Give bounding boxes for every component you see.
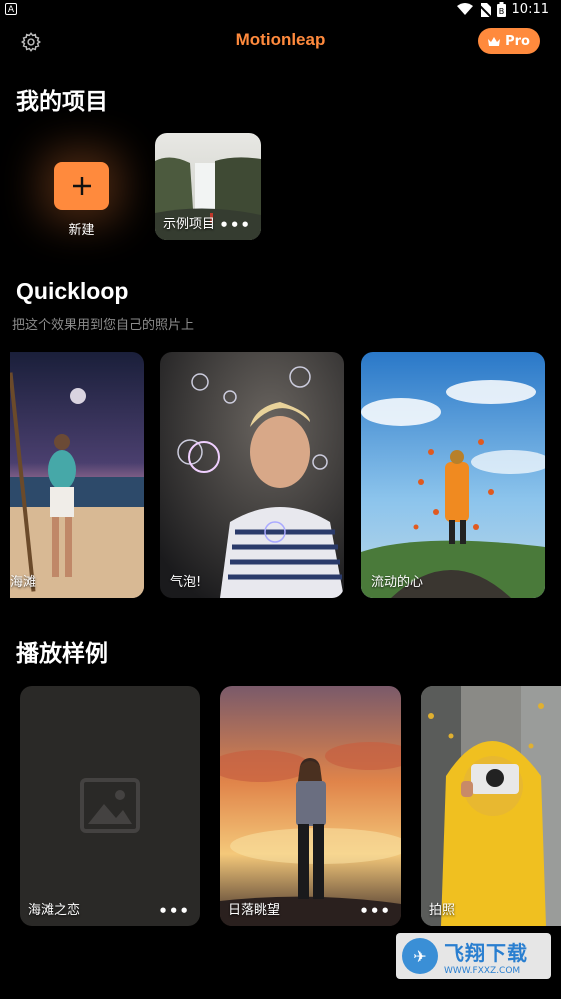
sunset-thumbnail: [220, 686, 401, 926]
more-icon[interactable]: •••: [359, 904, 391, 919]
quickloop-title: Quickloop: [16, 278, 129, 304]
sample-project-label: 示例项目: [163, 217, 216, 232]
quickloop-card-beach[interactable]: 海滩: [10, 352, 144, 598]
quickloop-card-bubbles[interactable]: 气泡!: [160, 352, 344, 598]
notification-icon: A: [5, 3, 17, 15]
app-title: Motionleap: [235, 30, 326, 49]
status-icons: B 10:11: [456, 2, 549, 17]
pro-label: Pro: [505, 33, 530, 49]
quickloop-label-bubbles: 气泡!: [170, 575, 202, 590]
svg-text:B: B: [498, 7, 504, 16]
new-project-label: 新建: [68, 223, 95, 238]
showcase-label-photo: 拍照: [429, 903, 456, 918]
more-icon[interactable]: •••: [219, 218, 251, 233]
showcase-card-beach-love[interactable]: 海滩之恋 •••: [20, 686, 200, 926]
quickloop-subtitle: 把这个效果用到您自己的照片上: [12, 318, 195, 333]
battery-icon: B: [496, 2, 506, 17]
beach-thumbnail: [10, 352, 144, 598]
image-placeholder-icon: [80, 778, 140, 833]
watermark-site: WWW.FXXZ.COM: [444, 965, 521, 976]
watermark: ✈ 飞翔下载 WWW.FXXZ.COM: [396, 933, 551, 979]
quickloop-label-beach: 海滩: [10, 575, 37, 590]
top-bar: Motionleap Pro: [0, 22, 561, 62]
no-sim-icon: [478, 2, 491, 17]
quickloop-card-hearts[interactable]: 流动的心: [361, 352, 545, 598]
my-projects-title: 我的项目: [16, 89, 108, 115]
wifi-icon: [456, 3, 473, 15]
plus-icon: [72, 177, 91, 195]
showcase-label-sunset: 日落眺望: [228, 903, 281, 918]
quickloop-label-hearts: 流动的心: [371, 575, 424, 590]
watermark-logo-icon: ✈: [402, 938, 438, 974]
showcase-card-sunset[interactable]: 日落眺望 •••: [220, 686, 401, 926]
crown-icon: [488, 36, 501, 46]
pro-button[interactable]: Pro: [478, 28, 540, 54]
new-project-button[interactable]: [54, 162, 109, 210]
bubbles-thumbnail: [160, 352, 344, 598]
hearts-thumbnail: [361, 352, 545, 598]
status-bar: A B 10:11: [0, 0, 561, 20]
more-icon[interactable]: •••: [158, 904, 190, 919]
showcase-title: 播放样例: [16, 641, 108, 667]
watermark-brand: 飞翔下载: [444, 940, 528, 965]
clock: 10:11: [511, 2, 549, 17]
showcase-label-beach-love: 海滩之恋: [28, 903, 81, 918]
sample-project-card[interactable]: 示例项目 •••: [155, 133, 261, 240]
showcase-card-photo[interactable]: 拍照: [421, 686, 561, 926]
photo-thumbnail: [421, 686, 561, 926]
